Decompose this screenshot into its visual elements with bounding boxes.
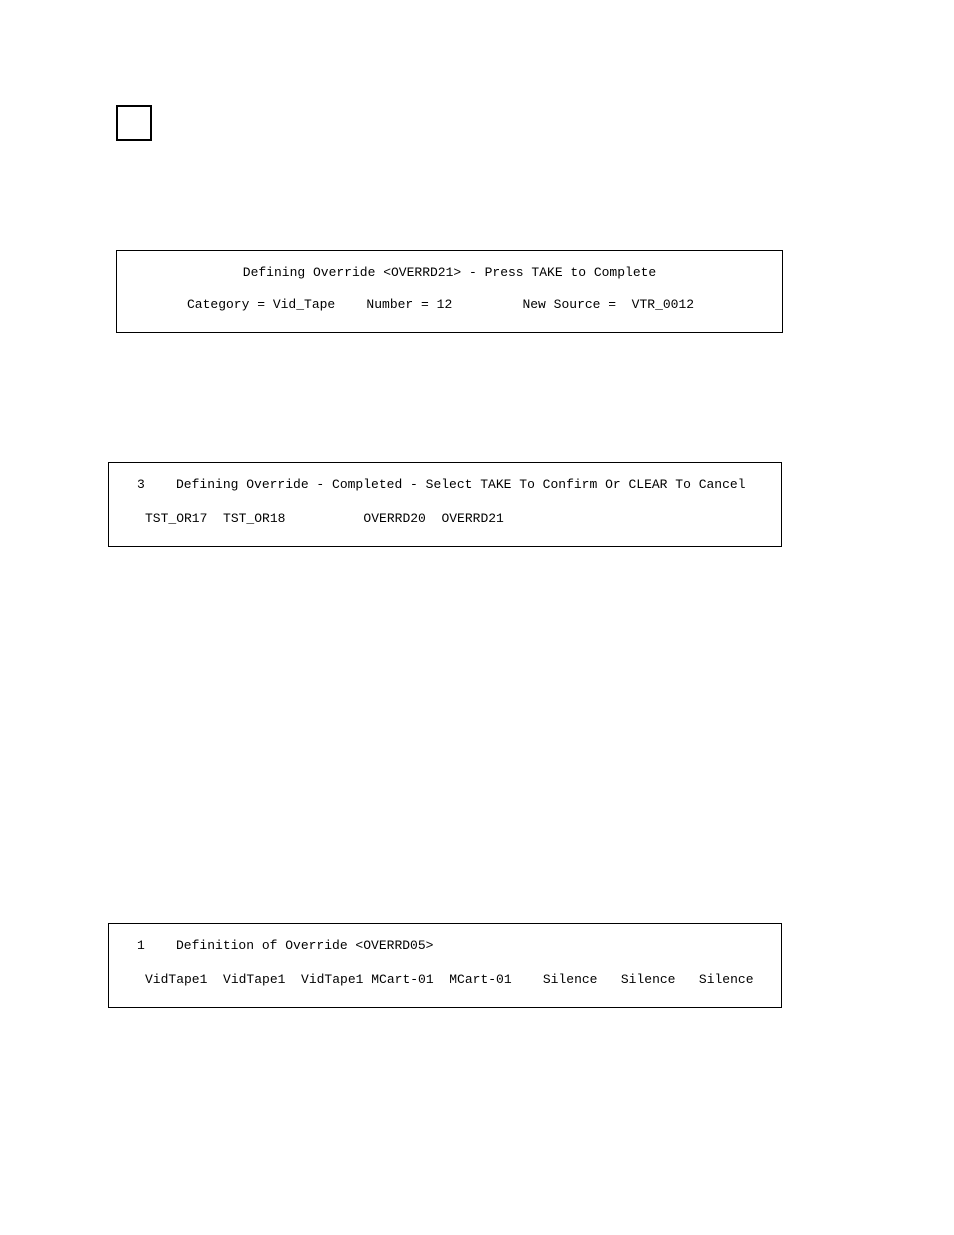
override-define-panel: Defining Override <OVERRD21> - Press TAK…	[116, 250, 783, 333]
override-definition-panel: 1 Definition of Override <OVERRD05> VidT…	[108, 923, 782, 1008]
override-definition-list: VidTape1 VidTape1 VidTape1 MCart-01 MCar…	[119, 972, 771, 988]
override-define-details: Category = Vid_Tape Number = 12 New Sour…	[127, 297, 772, 313]
page-marker-box	[116, 105, 152, 141]
override-define-message: Defining Override <OVERRD21> - Press TAK…	[127, 265, 772, 281]
override-completed-message: 3 Defining Override - Completed - Select…	[119, 477, 771, 493]
override-completed-panel: 3 Defining Override - Completed - Select…	[108, 462, 782, 547]
override-definition-heading: 1 Definition of Override <OVERRD05>	[119, 938, 771, 954]
override-completed-list: TST_OR17 TST_OR18 OVERRD20 OVERRD21	[119, 511, 771, 527]
